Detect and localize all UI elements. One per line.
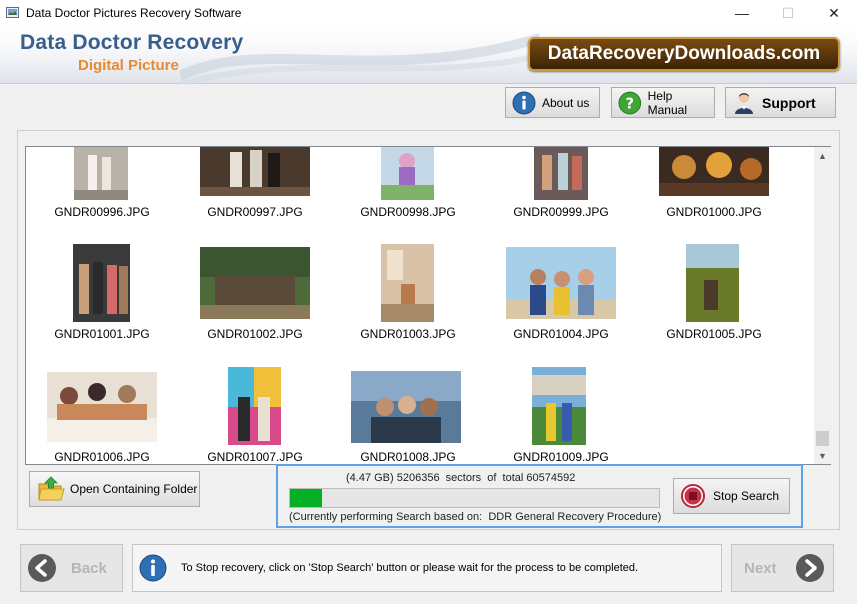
scroll-up-icon[interactable]: ▲ <box>814 147 831 164</box>
stop-icon <box>681 484 705 508</box>
file-name: GNDR01005.JPG <box>666 327 762 341</box>
window-title: Data Doctor Pictures Recovery Software <box>26 6 242 20</box>
website-badge[interactable]: DataRecoveryDownloads.com <box>528 37 840 71</box>
gallery-scrollbar[interactable]: ▲ ▼ <box>814 147 831 464</box>
image-thumbnail[interactable] <box>686 244 739 322</box>
file-name: GNDR01002.JPG <box>207 327 303 341</box>
file-name: GNDR00997.JPG <box>207 205 303 219</box>
file-name: GNDR01000.JPG <box>666 205 762 219</box>
file-name: GNDR01008.JPG <box>360 450 456 464</box>
info-message: To Stop recovery, click on 'Stop Search'… <box>181 562 639 574</box>
image-thumbnail[interactable] <box>200 247 310 319</box>
recovered-images-gallery[interactable]: GNDR00996.JPG GNDR00997.JPG GNDR00998.JP… <box>25 146 831 465</box>
back-label: Back <box>71 559 107 577</box>
next-label: Next <box>744 559 777 577</box>
file-name: GNDR01006.JPG <box>54 450 150 464</box>
image-thumbnail[interactable] <box>381 244 434 322</box>
header-banner: Data Doctor Recovery Digital Picture Dat… <box>0 26 857 84</box>
help-manual-label: Help Manual <box>647 88 687 117</box>
image-thumbnail[interactable] <box>381 147 434 200</box>
image-thumbnail[interactable] <box>534 147 588 200</box>
image-thumbnail[interactable] <box>47 372 157 442</box>
about-us-label: About us <box>542 95 590 110</box>
about-us-button[interactable]: About us <box>505 87 600 118</box>
file-name: GNDR01001.JPG <box>54 327 150 341</box>
open-containing-folder-button[interactable]: Open Containing Folder <box>29 471 200 507</box>
image-thumbnail[interactable] <box>73 244 130 322</box>
support-button[interactable]: Support <box>725 87 836 118</box>
image-thumbnail[interactable] <box>506 247 616 319</box>
stop-search-label: Stop Search <box>713 489 780 503</box>
support-person-icon <box>735 92 753 114</box>
image-thumbnail[interactable] <box>228 367 281 445</box>
next-arrow-icon <box>795 554 824 582</box>
sector-progress-text: (4.47 GB) 5206356 sectors of total 60574… <box>346 472 576 484</box>
file-name: GNDR01003.JPG <box>360 327 456 341</box>
info-icon <box>139 554 167 582</box>
folder-open-icon <box>38 476 65 501</box>
svg-text:?: ? <box>626 95 635 112</box>
stop-search-button[interactable]: Stop Search <box>673 478 790 514</box>
search-progress-bar <box>289 488 660 508</box>
next-button[interactable]: Next <box>731 544 834 592</box>
file-name: GNDR01007.JPG <box>207 450 303 464</box>
open-containing-folder-label: Open Containing Folder <box>70 482 198 496</box>
help-manual-button[interactable]: ? Help Manual <box>611 87 715 118</box>
image-thumbnail[interactable] <box>351 371 461 443</box>
brand-subtitle: Digital Picture <box>78 57 179 74</box>
file-name: GNDR00999.JPG <box>513 205 609 219</box>
search-progress-panel: (4.47 GB) 5206356 sectors of total 60574… <box>276 464 803 528</box>
brand-title: Data Doctor Recovery <box>20 31 244 54</box>
file-name: GNDR00996.JPG <box>54 205 150 219</box>
file-name: GNDR00998.JPG <box>360 205 456 219</box>
file-name: GNDR01004.JPG <box>513 327 609 341</box>
procedure-text: (Currently performing Search based on: D… <box>289 511 662 523</box>
back-button[interactable]: Back <box>20 544 123 592</box>
info-icon <box>512 91 536 114</box>
app-icon <box>6 7 19 18</box>
info-bar: To Stop recovery, click on 'Stop Search'… <box>132 544 722 592</box>
title-bar: Data Doctor Pictures Recovery Software —… <box>0 0 857 26</box>
scroll-down-icon[interactable]: ▼ <box>814 447 831 464</box>
image-thumbnail[interactable] <box>200 147 310 196</box>
minimize-button[interactable]: — <box>719 0 765 26</box>
question-icon: ? <box>618 91 642 114</box>
scrollbar-thumb[interactable] <box>816 431 829 446</box>
image-thumbnail[interactable] <box>532 367 586 445</box>
close-button[interactable]: ✕ <box>811 0 857 26</box>
support-label: Support <box>762 94 816 111</box>
progress-fill <box>290 489 322 507</box>
file-name: GNDR01009.JPG <box>513 450 609 464</box>
image-thumbnail[interactable] <box>74 147 128 200</box>
back-arrow-icon <box>28 554 56 582</box>
maximize-button[interactable]: ☐ <box>765 0 811 26</box>
image-thumbnail[interactable] <box>659 147 769 196</box>
